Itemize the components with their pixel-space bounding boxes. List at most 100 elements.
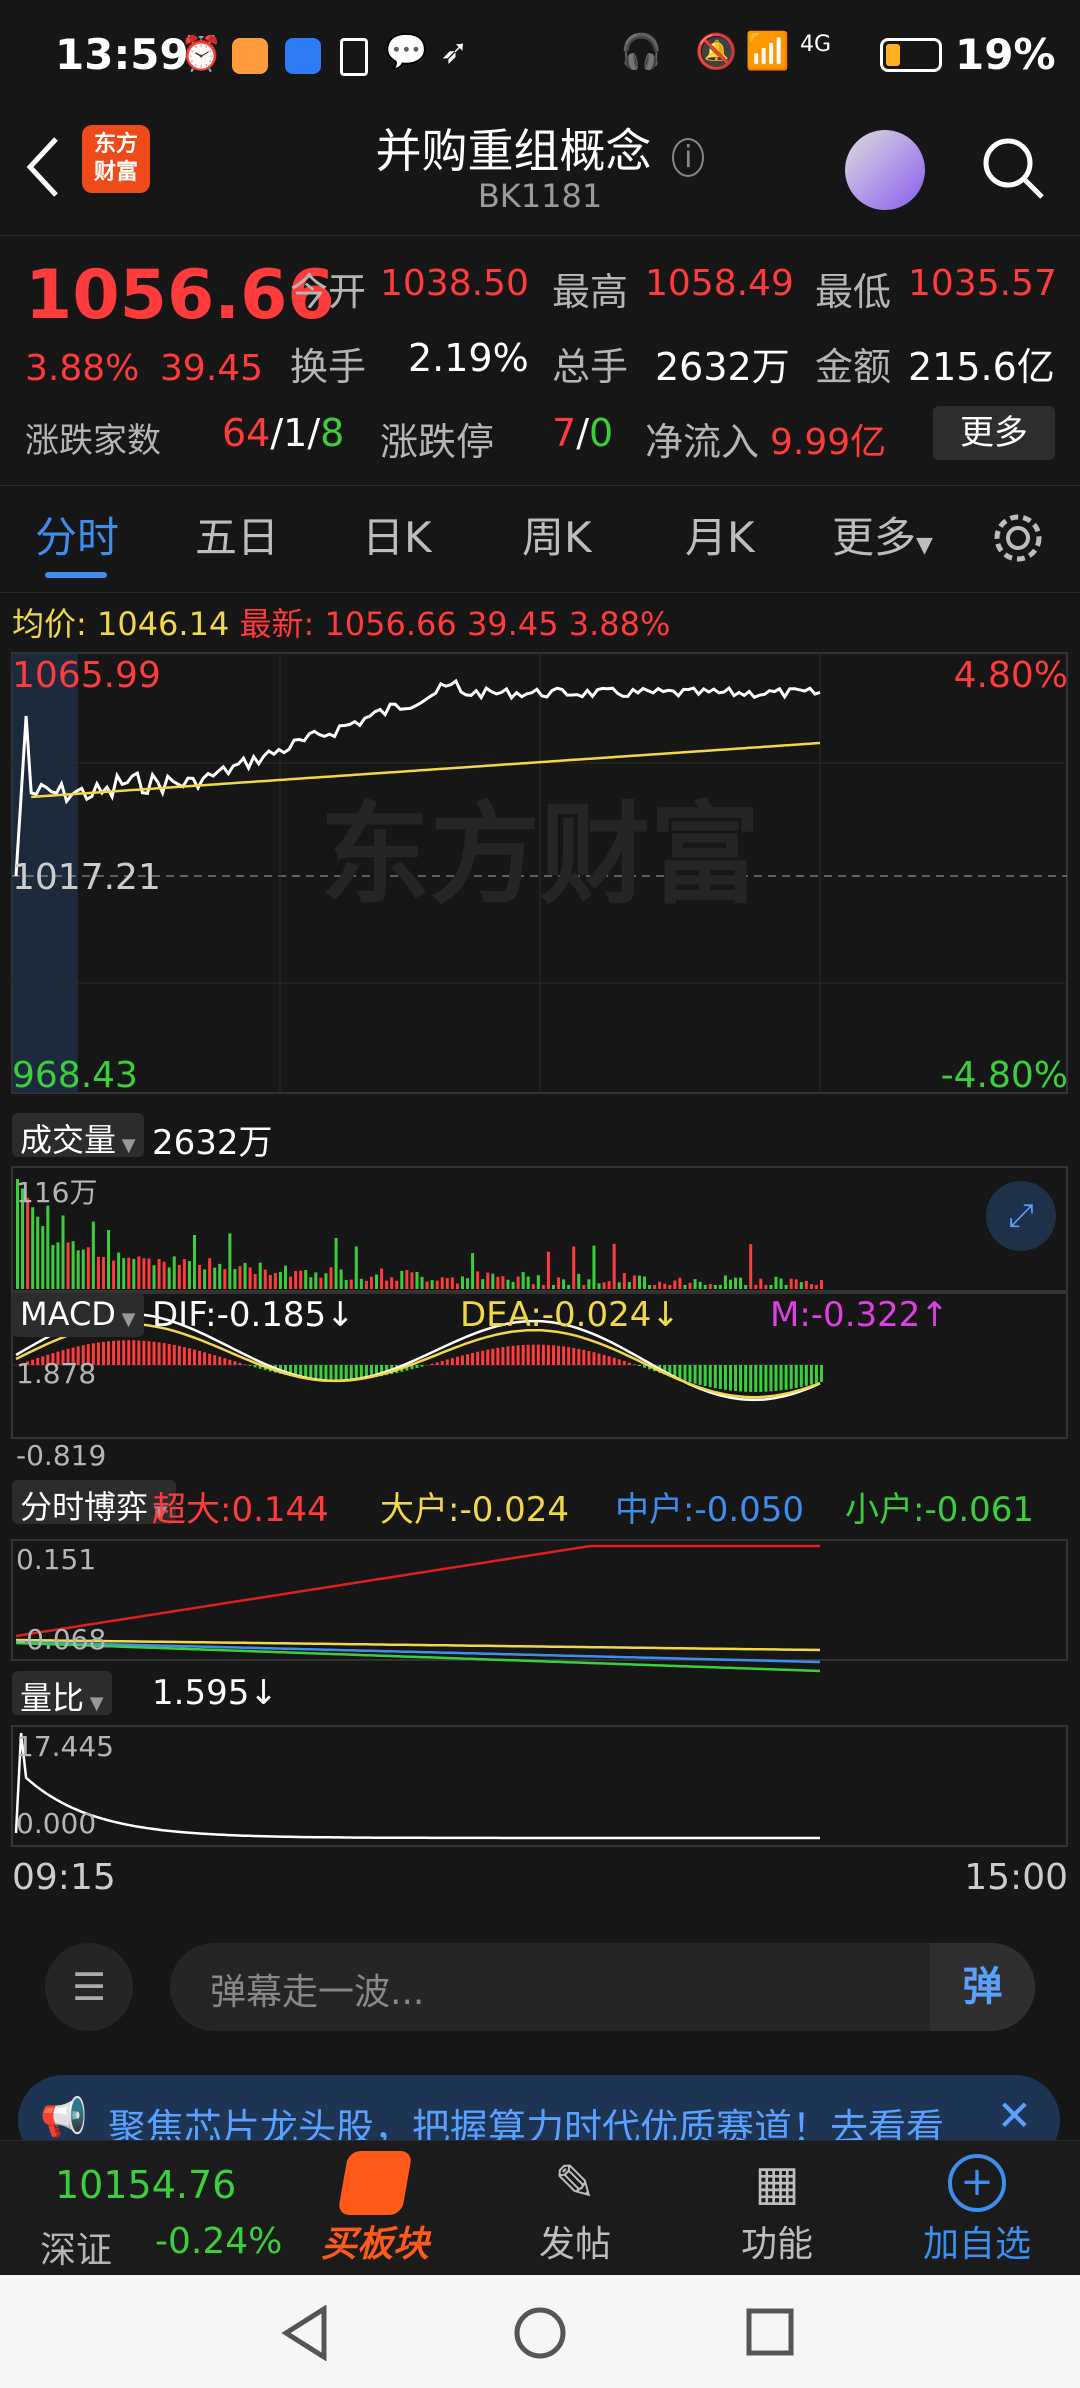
more-button[interactable]: 更多: [933, 406, 1055, 460]
volume-bar: [713, 1285, 717, 1289]
volume-bar: [597, 1283, 601, 1289]
danmu-settings-icon[interactable]: ☰: [45, 1943, 133, 2031]
settings-gear-icon[interactable]: [990, 510, 1046, 566]
ratio-panel-frame: [11, 1725, 1068, 1847]
amount-label: 金额: [815, 345, 892, 389]
ratio-indicator-label: 量比: [20, 1679, 85, 1717]
tab-monthly-k[interactable]: 月K: [685, 504, 755, 565]
macd-indicator-select[interactable]: MACD ▼: [12, 1293, 144, 1337]
volume-bar: [799, 1282, 803, 1289]
change-pct: 3.88%: [25, 348, 140, 389]
volume-indicator-select[interactable]: 成交量 ▼: [12, 1113, 144, 1159]
macd-bar: [107, 1341, 111, 1365]
macd-bar: [627, 1362, 631, 1365]
recents-square-icon[interactable]: [745, 2307, 795, 2357]
macd-bar: [127, 1340, 131, 1365]
volume-bars: [16, 1179, 823, 1289]
volume-bar: [162, 1261, 166, 1289]
danmu-input[interactable]: 弹幕走一波... 弹: [170, 1943, 1035, 2031]
nav-post[interactable]: ✎ 发帖: [510, 2151, 640, 2267]
wifi-icon: 📶: [745, 31, 790, 72]
edit-icon: ✎: [554, 2154, 596, 2212]
page-title: 并购重组概念: [375, 124, 652, 178]
volume-bar: [450, 1277, 454, 1289]
tab-five-day[interactable]: 五日: [195, 504, 279, 565]
macd-bar: [435, 1362, 439, 1365]
tab-weekly-k[interactable]: 周K: [522, 504, 592, 565]
search-icon[interactable]: [978, 133, 1048, 203]
macd-bar: [476, 1351, 480, 1365]
volume-bar: [526, 1276, 530, 1289]
limit-values: 7/0: [552, 411, 614, 455]
robot-assistant-icon[interactable]: [845, 130, 925, 210]
volume-bar: [278, 1271, 282, 1289]
macd-bar: [562, 1346, 566, 1365]
volume-bar: [177, 1264, 181, 1289]
macd-top-label: 1.878: [16, 1357, 97, 1390]
volume-bar: [41, 1226, 45, 1289]
caret-down-icon: ▼: [115, 1309, 136, 1330]
nav-buy-sector[interactable]: 买板块: [310, 2151, 440, 2267]
macd-bar: [238, 1362, 242, 1365]
breadth-values: 64/1/8: [222, 411, 345, 455]
volume-bar: [198, 1265, 202, 1289]
macd-indicator-label: MACD: [20, 1295, 116, 1333]
volume-bar: [506, 1279, 510, 1289]
volume-bar: [152, 1265, 156, 1289]
volume-bar: [668, 1285, 672, 1289]
volume-bar: [754, 1285, 758, 1289]
index-pct[interactable]: -0.24%: [155, 2221, 282, 2262]
pct-min-label: -4.80%: [940, 1055, 1068, 1096]
danmu-toggle-button[interactable]: 弹: [930, 1943, 1035, 2031]
volume-bar: [354, 1246, 358, 1289]
tab-daily-k[interactable]: 日K: [362, 504, 432, 565]
volume-bar: [471, 1253, 475, 1289]
home-circle-icon[interactable]: [512, 2305, 568, 2361]
back-triangle-icon[interactable]: [280, 2305, 330, 2361]
volume-bar: [531, 1284, 535, 1289]
macd-bar: [754, 1365, 758, 1392]
volume-bar: [693, 1279, 697, 1289]
volume-bar: [56, 1242, 60, 1289]
tab-active-indicator: [45, 572, 107, 578]
info-icon[interactable]: i: [672, 138, 705, 177]
macd-histogram: [21, 1340, 823, 1392]
tab-more[interactable]: 更多▼: [832, 504, 933, 565]
index-value[interactable]: 10154.76: [55, 2163, 236, 2207]
volume-bar: [673, 1280, 677, 1289]
macd-bar: [415, 1365, 419, 1368]
volume-bar: [627, 1282, 631, 1289]
macd-bar: [354, 1365, 358, 1380]
avg-price-line: [31, 741, 821, 799]
expand-icon[interactable]: ⤢: [986, 1181, 1056, 1251]
volume-bar: [562, 1279, 566, 1289]
game-mid: 中户:-0.050: [615, 1490, 805, 1530]
macd-bar: [96, 1342, 100, 1365]
volume-bar: [137, 1256, 141, 1289]
macd-bar: [117, 1340, 121, 1365]
volume-bar: [61, 1215, 65, 1289]
volume-bar: [501, 1276, 505, 1289]
volume-bar: [577, 1273, 581, 1289]
ratio-indicator-select[interactable]: 量比 ▼: [12, 1671, 112, 1717]
index-name[interactable]: 深证: [40, 2221, 112, 2273]
close-icon[interactable]: ✕: [997, 2091, 1032, 2140]
tab-intraday[interactable]: 分时: [35, 504, 119, 565]
macd-bar: [319, 1365, 323, 1380]
macd-bar: [172, 1344, 176, 1365]
volume-bar: [541, 1285, 545, 1289]
volume-bar: [157, 1259, 161, 1289]
macd-bar: [526, 1344, 530, 1365]
macd-bar: [147, 1341, 151, 1365]
volume-bar: [309, 1277, 313, 1289]
nav-functions[interactable]: ▦ 功能: [712, 2151, 842, 2267]
macd-bar: [471, 1352, 475, 1365]
volume-bar: [172, 1256, 176, 1289]
nav-add-watchlist[interactable]: + 加自选: [912, 2151, 1042, 2267]
macd-bar: [511, 1345, 515, 1365]
intraday-charts-svg[interactable]: 东方财富: [0, 593, 1080, 1913]
macd-bar: [430, 1363, 434, 1365]
nav-post-label: 发帖: [538, 2224, 611, 2265]
macd-bar: [314, 1365, 318, 1380]
volume-bar: [208, 1258, 212, 1289]
